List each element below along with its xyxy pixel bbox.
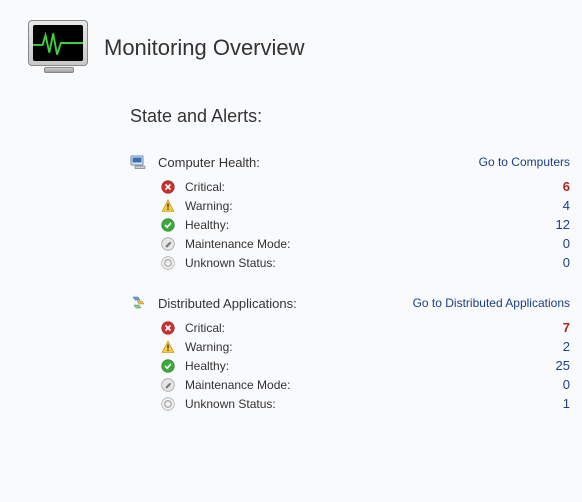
page-header: Monitoring Overview	[28, 20, 562, 76]
status-row-unknown: Unknown Status: 1	[130, 394, 570, 413]
warning-icon	[160, 339, 175, 354]
unknown-icon	[160, 255, 175, 270]
category-computer-health: Computer Health: Go to Computers Critica…	[130, 153, 570, 272]
status-value: 7	[563, 320, 570, 335]
computer-icon	[130, 153, 148, 171]
status-label: Unknown Status:	[185, 397, 276, 411]
status-label: Warning:	[185, 199, 233, 213]
page-title: Monitoring Overview	[104, 35, 305, 61]
status-row-healthy: Healthy: 25	[130, 356, 570, 375]
section-heading: State and Alerts:	[130, 106, 562, 127]
status-value: 1	[563, 396, 570, 411]
maintenance-icon	[160, 377, 175, 392]
status-row-warning: Warning: 2	[130, 337, 570, 356]
healthy-icon	[160, 358, 175, 373]
status-row-maintenance: Maintenance Mode: 0	[130, 375, 570, 394]
status-value: 6	[563, 179, 570, 194]
critical-icon	[160, 179, 175, 194]
healthy-icon	[160, 217, 175, 232]
status-label: Critical:	[185, 321, 225, 335]
category-title: Computer Health:	[158, 155, 260, 170]
status-value: 4	[563, 198, 570, 213]
status-label: Critical:	[185, 180, 225, 194]
category-distributed-applications: Distributed Applications: Go to Distribu…	[130, 294, 570, 413]
status-label: Warning:	[185, 340, 233, 354]
status-value: 25	[556, 358, 570, 373]
status-value: 0	[563, 255, 570, 270]
distributed-apps-icon	[130, 294, 148, 312]
go-to-computers-link[interactable]: Go to Computers	[479, 155, 570, 169]
status-label: Maintenance Mode:	[185, 237, 290, 251]
status-row-critical: Critical: 6	[130, 177, 570, 196]
status-row-critical: Critical: 7	[130, 318, 570, 337]
status-value: 0	[563, 236, 570, 251]
critical-icon	[160, 320, 175, 335]
go-to-distributed-applications-link[interactable]: Go to Distributed Applications	[413, 296, 570, 310]
warning-icon	[160, 198, 175, 213]
status-label: Healthy:	[185, 359, 229, 373]
status-label: Maintenance Mode:	[185, 378, 290, 392]
status-row-maintenance: Maintenance Mode: 0	[130, 234, 570, 253]
status-row-healthy: Healthy: 12	[130, 215, 570, 234]
unknown-icon	[160, 396, 175, 411]
status-value: 2	[563, 339, 570, 354]
status-label: Unknown Status:	[185, 256, 276, 270]
status-value: 12	[556, 217, 570, 232]
status-label: Healthy:	[185, 218, 229, 232]
status-value: 0	[563, 377, 570, 392]
category-title: Distributed Applications:	[158, 296, 297, 311]
maintenance-icon	[160, 236, 175, 251]
status-row-unknown: Unknown Status: 0	[130, 253, 570, 272]
monitor-heartbeat-icon	[28, 20, 90, 76]
status-row-warning: Warning: 4	[130, 196, 570, 215]
